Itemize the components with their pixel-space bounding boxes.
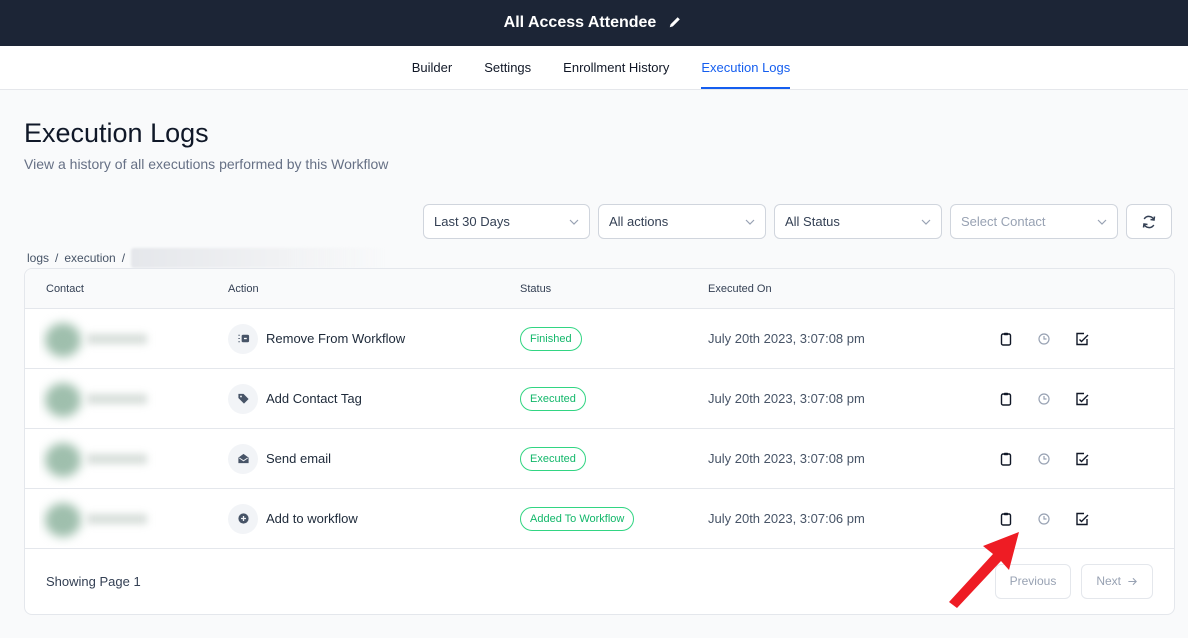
workflow-title: All Access Attendee (503, 14, 657, 31)
clipboard-icon[interactable] (998, 451, 1014, 467)
page-title: Execution Logs (24, 118, 209, 148)
previous-label: Previous (1009, 574, 1057, 588)
tab-builder[interactable]: Builder (412, 46, 452, 89)
date-range-select[interactable]: Last 30 Days (423, 204, 590, 239)
action-label: Add to workflow (266, 511, 358, 526)
chevron-down-icon (745, 219, 755, 225)
page-subtitle: View a history of all executions perform… (24, 156, 389, 172)
executed-on: July 20th 2023, 3:07:08 pm (708, 391, 865, 406)
edit-details-icon[interactable] (1074, 451, 1090, 467)
clipboard-icon[interactable] (998, 331, 1014, 347)
envelope-icon (228, 443, 258, 474)
edit-details-icon[interactable] (1074, 511, 1090, 527)
actions-value: All actions (609, 214, 669, 229)
header-executed-on: Executed On (708, 282, 772, 295)
action-label: Add Contact Tag (266, 391, 362, 406)
chevron-down-icon (1097, 219, 1107, 225)
breadcrumb: logs / execution / (27, 248, 388, 268)
table-row: Remove From Workflow Finished July 20th … (25, 309, 1174, 369)
status-select[interactable]: All Status (774, 204, 942, 239)
status-badge: Added To Workflow (520, 506, 635, 531)
next-button[interactable]: Next (1081, 563, 1153, 599)
clock-icon[interactable] (1036, 331, 1052, 347)
action-label: Send email (266, 451, 332, 466)
contact-redacted[interactable] (39, 431, 191, 487)
contact-redacted[interactable] (39, 311, 191, 367)
actions-select[interactable]: All actions (598, 204, 766, 239)
tab-execution-logs[interactable]: Execution Logs (701, 46, 790, 89)
previous-button[interactable]: Previous (994, 563, 1072, 599)
clipboard-icon[interactable] (998, 391, 1014, 407)
clock-icon[interactable] (1036, 511, 1052, 527)
add-circle-icon (228, 503, 258, 534)
executed-on: July 20th 2023, 3:07:06 pm (708, 511, 865, 526)
table-header: Contact Action Status Executed On (25, 269, 1174, 309)
contact-select[interactable]: Select Contact (950, 204, 1118, 239)
remove-workflow-icon (228, 323, 258, 354)
executed-on: July 20th 2023, 3:07:08 pm (708, 331, 865, 346)
tab-enrollment-history[interactable]: Enrollment History (563, 46, 669, 89)
status-value: All Status (785, 214, 840, 229)
breadcrumb-separator: / (55, 251, 59, 265)
refresh-icon (1142, 215, 1156, 228)
table-row: Send email Executed July 20th 2023, 3:07… (25, 429, 1174, 489)
edit-details-icon[interactable] (1074, 331, 1090, 347)
action-label: Remove From Workflow (266, 331, 406, 346)
contact-redacted[interactable] (39, 371, 191, 427)
page-info: Showing Page 1 (46, 573, 141, 589)
status-badge: Executed (520, 446, 586, 471)
tab-bar: Builder Settings Enrollment History Exec… (0, 46, 1188, 90)
contact-placeholder: Select Contact (961, 214, 1046, 229)
pagination: Previous Next (994, 563, 1153, 599)
clock-icon[interactable] (1036, 391, 1052, 407)
tab-settings[interactable]: Settings (484, 46, 531, 89)
edit-details-icon[interactable] (1074, 391, 1090, 407)
arrow-right-icon (1128, 577, 1137, 585)
contact-redacted[interactable] (39, 491, 191, 547)
header-contact: Contact (46, 282, 84, 295)
chevron-down-icon (921, 219, 931, 225)
clock-icon[interactable] (1036, 451, 1052, 467)
breadcrumb-logs[interactable]: logs (27, 251, 49, 265)
next-label: Next (1096, 574, 1121, 588)
table-row: Add Contact Tag Executed July 20th 2023,… (25, 369, 1174, 429)
header-status: Status (520, 282, 552, 295)
pencil-icon[interactable] (668, 15, 684, 31)
date-range-value: Last 30 Days (434, 214, 510, 229)
execution-logs-table: Contact Action Status Executed On Remove… (24, 268, 1175, 615)
breadcrumb-redacted-id (131, 248, 388, 268)
chevron-down-icon (569, 219, 579, 225)
top-bar: All Access Attendee (0, 0, 1188, 46)
table-footer: Showing Page 1 Previous Next (25, 549, 1174, 613)
status-badge: Executed (520, 386, 586, 411)
header-action: Action (228, 282, 259, 295)
breadcrumb-execution[interactable]: execution (64, 251, 115, 265)
executed-on: July 20th 2023, 3:07:08 pm (708, 451, 865, 466)
tag-icon (228, 383, 258, 414)
table-row: Add to workflow Added To Workflow July 2… (25, 489, 1174, 549)
clipboard-icon[interactable] (998, 511, 1014, 527)
refresh-button[interactable] (1126, 204, 1172, 239)
breadcrumb-separator: / (121, 251, 126, 265)
status-badge: Finished (520, 326, 582, 351)
filter-bar: Last 30 Days All actions All Status Sele… (423, 204, 1172, 239)
